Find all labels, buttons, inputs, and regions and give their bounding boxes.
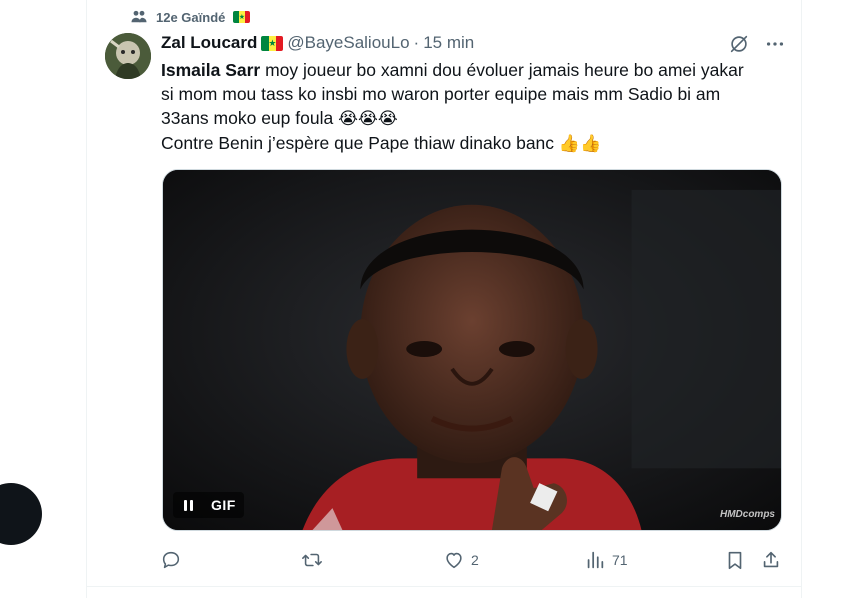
avatar[interactable]: [105, 33, 151, 79]
thumbs-up-emoji: 👍👍: [558, 134, 602, 153]
views-button[interactable]: 71: [584, 545, 628, 575]
like-button[interactable]: 2: [443, 545, 479, 575]
reply-button[interactable]: [160, 545, 188, 575]
grok-icon[interactable]: [728, 33, 750, 55]
floating-action-button[interactable]: [0, 483, 42, 545]
tweet-timestamp[interactable]: 15 min: [423, 33, 474, 53]
column-border-left: [86, 0, 87, 598]
gif-badge: GIF: [211, 497, 236, 513]
avatar-image: [105, 33, 151, 79]
tweet-header: Zal Loucard ★ @BayeSaliouLo · 15 min: [161, 32, 474, 54]
views-count: 71: [612, 552, 628, 568]
mentioned-player: Ismaila Sarr: [161, 60, 261, 80]
tweet-actions: 2 71: [160, 545, 785, 575]
community-context[interactable]: 12e Gaïndé ★: [130, 8, 251, 26]
tweet-line-4: Contre Benin j’espère que Pape thiaw din…: [161, 133, 602, 153]
repost-button[interactable]: [301, 545, 329, 575]
timeline-page: 12e Gaïndé ★ Zal Loucard ★ @BayeSaliouLo…: [0, 0, 843, 598]
more-options-icon[interactable]: [764, 33, 786, 55]
author-display-name[interactable]: Zal Loucard: [161, 33, 257, 53]
tweet-line-2: si mom mou tass ko insbi mo waron porter…: [161, 84, 721, 104]
heart-icon: [446, 552, 462, 569]
column-border-right: [801, 0, 802, 598]
bookmark-icon: [728, 551, 742, 570]
bookmark-button[interactable]: [724, 545, 746, 575]
views-icon: [587, 551, 604, 569]
gif-watermark: HMDcomps: [719, 509, 775, 520]
author-handle[interactable]: @BayeSaliouLo: [287, 33, 409, 53]
repost-icon: [302, 553, 322, 567]
gif-controls: GIF: [173, 492, 244, 518]
like-count: 2: [471, 552, 479, 568]
pause-icon[interactable]: [179, 496, 197, 514]
tweet-text: Ismaila Sarr moy joueur bo xamni dou évo…: [161, 58, 786, 156]
tweet-header-actions: [728, 33, 786, 55]
community-name[interactable]: 12e Gaïndé: [156, 10, 225, 25]
reply-icon: [162, 551, 180, 569]
gif-frame-image: [163, 170, 781, 530]
community-icon: [131, 10, 147, 23]
share-button[interactable]: [760, 545, 782, 575]
senegal-flag-icon: ★: [233, 11, 251, 23]
tweet-line-3: 33ans moko eup foula 😭😭😭: [161, 108, 398, 128]
tweet-divider: [86, 586, 802, 587]
senegal-flag-icon: ★: [261, 35, 284, 51]
gif-media[interactable]: GIF HMDcomps: [162, 169, 782, 531]
share-icon: [763, 551, 779, 568]
crying-emoji: 😭😭😭: [338, 109, 398, 128]
tweet-line-1: Ismaila Sarr moy joueur bo xamni dou évo…: [161, 60, 744, 80]
separator-dot: ·: [413, 33, 420, 52]
